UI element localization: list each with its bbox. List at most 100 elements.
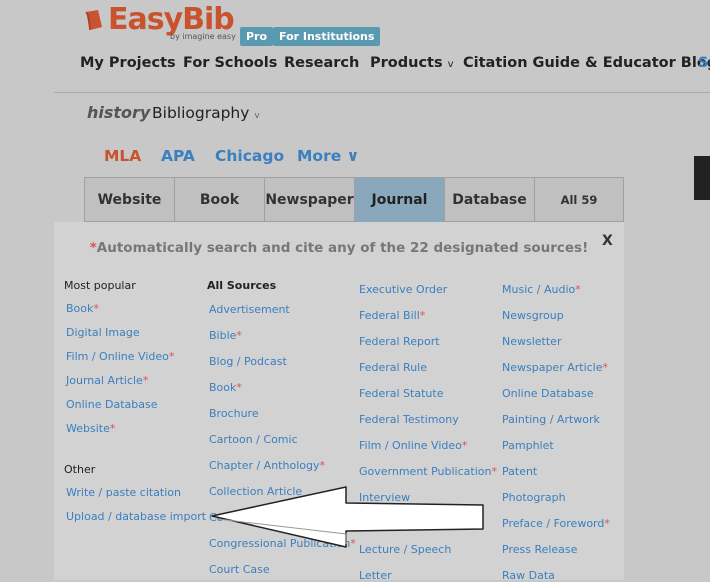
style-chicago[interactable]: Chicago xyxy=(215,147,284,165)
auto-cite-star: * xyxy=(604,517,610,530)
nav-products-label: Products xyxy=(370,55,443,71)
close-icon[interactable]: X xyxy=(602,233,613,249)
source-link[interactable]: Federal Report xyxy=(359,335,440,348)
tab-database[interactable]: Database xyxy=(445,178,535,222)
tab-journal[interactable]: Journal xyxy=(355,178,445,222)
source-link[interactable]: Chapter / Anthology* xyxy=(209,459,325,472)
tab-newspaper[interactable]: Newspaper xyxy=(265,178,355,222)
link-label: Film / Online Video xyxy=(359,439,462,452)
project-name[interactable]: history xyxy=(87,103,150,122)
source-link[interactable]: Press Release xyxy=(502,543,577,556)
popular-website-link[interactable]: Website* xyxy=(66,422,115,435)
style-apa[interactable]: APA xyxy=(161,147,195,165)
nav-research[interactable]: Research xyxy=(284,55,359,77)
popular-digital-image-link[interactable]: Digital Image xyxy=(66,326,140,339)
source-link[interactable]: Letter xyxy=(359,569,392,582)
source-link[interactable]: Book* xyxy=(209,381,242,394)
auto-cite-star: * xyxy=(602,361,609,374)
link-label: Federal Report xyxy=(359,335,440,348)
source-link[interactable]: Blog / Podcast xyxy=(209,355,287,368)
source-link[interactable]: Advertisement xyxy=(209,303,290,316)
link-label: Book xyxy=(209,381,237,394)
source-link[interactable]: Raw Data xyxy=(502,569,555,582)
style-mla[interactable]: MLA xyxy=(104,147,141,165)
link-label: Online Database xyxy=(66,398,158,411)
link-label: Preface / Foreword xyxy=(502,517,605,530)
source-link[interactable]: Patent xyxy=(502,465,537,478)
source-link[interactable]: Newsletter xyxy=(502,335,561,348)
source-link[interactable]: Cartoon / Comic xyxy=(209,433,298,446)
nav-my-projects[interactable]: My Projects xyxy=(80,55,176,77)
write-paste-citation-link[interactable]: Write / paste citation xyxy=(66,486,181,499)
auto-cite-star: * xyxy=(142,374,149,387)
tab-website[interactable]: Website xyxy=(85,178,175,222)
source-link[interactable]: Painting / Artwork xyxy=(502,413,600,426)
link-label: Write / paste citation xyxy=(66,486,182,499)
link-label: Journal Article xyxy=(66,374,143,387)
promo-text: Automatically search and cite any of the… xyxy=(96,240,589,256)
pointer-arrow-icon xyxy=(211,486,484,548)
nav-citation-guide[interactable]: Citation Guide & Educator Blog xyxy=(463,55,710,77)
source-link[interactable]: Music / Audio* xyxy=(502,283,581,296)
source-link[interactable]: Photograph xyxy=(502,491,566,504)
upload-database-import-link[interactable]: Upload / database import xyxy=(66,510,206,523)
auto-cite-star: * xyxy=(491,465,497,478)
link-label: Federal Rule xyxy=(359,361,428,374)
source-link[interactable]: Executive Order xyxy=(359,283,447,296)
source-link[interactable]: Preface / Foreword* xyxy=(502,517,610,530)
link-label: Patent xyxy=(502,465,538,478)
link-label: Press Release xyxy=(502,543,578,556)
chevron-down-icon: v xyxy=(254,111,260,121)
link-label: Federal Bill xyxy=(359,309,420,322)
nav-products[interactable]: Products v xyxy=(370,55,454,77)
popular-film-video-link[interactable]: Film / Online Video* xyxy=(66,350,174,363)
link-label: Photograph xyxy=(502,491,566,504)
other-header: Other xyxy=(64,463,96,476)
source-link[interactable]: Court Case xyxy=(209,563,270,576)
institutions-badge[interactable]: For Institutions xyxy=(273,27,381,46)
popular-online-database-link[interactable]: Online Database xyxy=(66,398,157,411)
bibliography-selector[interactable]: Bibliography v xyxy=(152,104,260,122)
source-link[interactable]: Newsgroup xyxy=(502,309,564,322)
source-link[interactable]: Federal Rule xyxy=(359,361,427,374)
source-link[interactable]: Federal Bill* xyxy=(359,309,425,322)
link-label: Chapter / Anthology xyxy=(209,459,320,472)
link-label: Blog / Podcast xyxy=(209,355,287,368)
link-label: Court Case xyxy=(209,563,270,576)
link-label: Government Publication xyxy=(359,465,492,478)
popular-journal-article-link[interactable]: Journal Article* xyxy=(66,374,148,387)
link-label: Newspaper Article xyxy=(502,361,603,374)
link-label: Film / Online Video xyxy=(66,350,169,363)
link-label: Online Database xyxy=(502,387,594,400)
source-link[interactable]: Bible* xyxy=(209,329,242,342)
link-label: Federal Statute xyxy=(359,387,444,400)
auto-cite-star: * xyxy=(236,329,242,342)
source-link[interactable]: Federal Statute xyxy=(359,387,443,400)
style-more[interactable]: More ∨ xyxy=(297,147,359,165)
header-divider xyxy=(54,92,710,93)
link-label: Cartoon / Comic xyxy=(209,433,298,446)
bibliography-label: Bibliography xyxy=(152,104,250,122)
pro-badge[interactable]: Pro xyxy=(240,27,274,46)
side-ad-widget[interactable] xyxy=(694,156,710,200)
source-link[interactable]: Brochure xyxy=(209,407,259,420)
promo-star: * xyxy=(89,240,97,256)
source-link[interactable]: Online Database xyxy=(502,387,593,400)
source-link[interactable]: Government Publication* xyxy=(359,465,497,478)
promo-banner: *Automatically search and cite any of th… xyxy=(54,240,624,256)
popular-book-link[interactable]: Book* xyxy=(66,302,99,315)
source-link[interactable]: Federal Testimony xyxy=(359,413,459,426)
source-link[interactable]: Pamphlet xyxy=(502,439,554,452)
auto-cite-star: * xyxy=(461,439,468,452)
source-link[interactable]: Film / Online Video* xyxy=(359,439,467,452)
auto-cite-star: * xyxy=(419,309,426,322)
tab-all-options[interactable]: All 59 options xyxy=(535,178,623,251)
chevron-down-icon: v xyxy=(447,59,454,70)
nav-sign-up[interactable]: Su xyxy=(698,55,710,77)
easybib-book-icon xyxy=(85,10,102,31)
nav-for-schools[interactable]: For Schools xyxy=(183,55,277,77)
link-label: Upload / database import xyxy=(66,510,207,523)
tab-book[interactable]: Book xyxy=(175,178,265,222)
source-link[interactable]: Newspaper Article* xyxy=(502,361,608,374)
link-label: Bible xyxy=(209,329,237,342)
